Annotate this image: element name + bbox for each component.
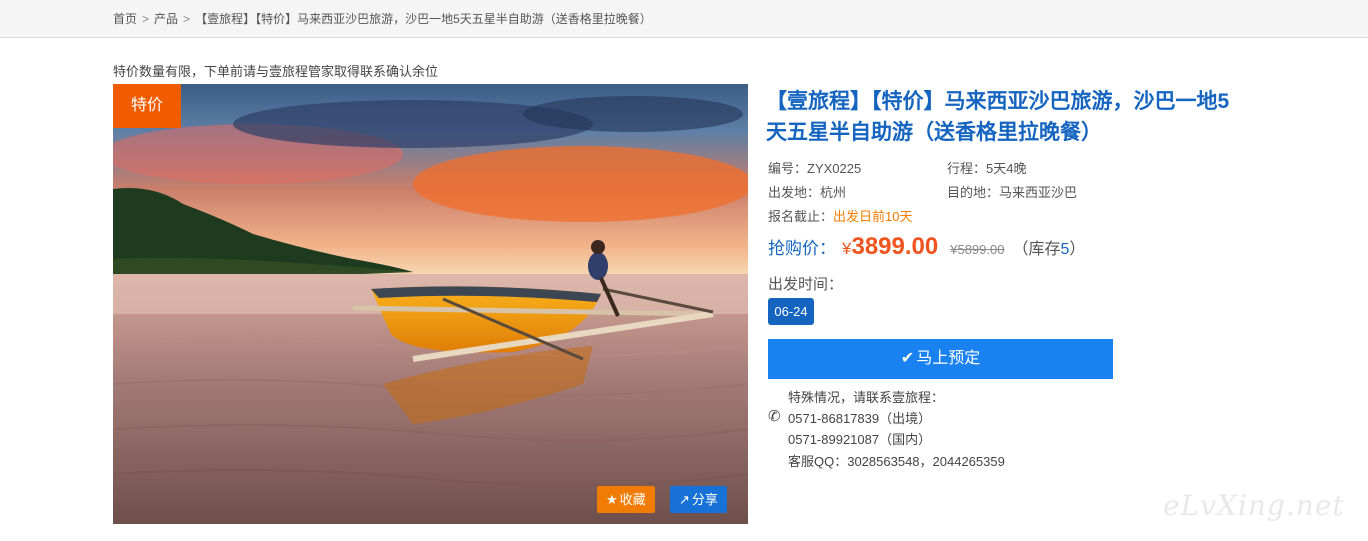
contact-phone-outbound: 0571-86817839（出境） [788, 411, 932, 426]
stock-suffix: ） [1069, 241, 1086, 258]
breadcrumb-separator: > [142, 12, 150, 26]
share-icon: ↗ [679, 492, 690, 507]
special-offer-tag: 特价 [113, 84, 181, 128]
product-code-value: ZYX0225 [807, 161, 862, 176]
favorite-button[interactable]: ★ 收藏 [597, 486, 655, 513]
product-code: 编号：ZYX0225 [768, 158, 861, 177]
product-origin: 出发地：杭州 [768, 182, 846, 201]
contact-phone-domestic: 0571-89921087（国内） [788, 432, 932, 447]
contact-qq: 客服QQ：3028563548，2044265359 [788, 454, 1005, 469]
stock-info: （库存5） [1012, 241, 1085, 258]
product-destination: 目的地：马来西亚沙巴 [947, 182, 1077, 201]
sunset-beach-image [113, 84, 748, 524]
product-deadline: 报名截止：出发日前10天 [768, 206, 912, 225]
product-destination-label: 目的地： [947, 185, 1000, 200]
price-original: ¥5899.00 [950, 242, 1005, 257]
breadcrumb-separator: > [183, 12, 191, 26]
check-icon: ✔ [900, 350, 915, 367]
book-now-button[interactable]: ✔ 马上预定 [768, 339, 1113, 379]
departure-date-option[interactable]: 06-24 [768, 298, 814, 325]
favorite-label: 收藏 [619, 492, 646, 507]
product-deadline-label: 报名截止： [768, 209, 834, 224]
product-title: 【壹旅程】【特价】马来西亚沙巴旅游，沙巴一地5天五星半自助游（送香格里拉晚餐） [766, 90, 1230, 144]
product-duration-label: 行程： [947, 161, 987, 176]
price-current: 3899.00 [851, 233, 939, 260]
product-duration: 行程：5天4晚 [947, 158, 1026, 177]
product-origin-value: 杭州 [820, 185, 847, 200]
price-row: 抢购价： ¥3899.00 ¥5899.00 （库存5） [768, 233, 1085, 261]
product-duration-value: 5天4晚 [986, 161, 1027, 176]
breadcrumb-bar: 首页 > 产品 > 【壹旅程】【特价】马来西亚沙巴旅游，沙巴一地5天五星半自助游（送香格… [0, 0, 1368, 38]
breadcrumb-products-link[interactable]: 产品 [154, 12, 178, 26]
availability-notice: 特价数量有限，下单前请与壹旅程管家取得联系确认余位 [113, 64, 439, 79]
product-origin-label: 出发地： [768, 185, 821, 200]
site-watermark: eLvXing.net [1163, 489, 1345, 522]
product-destination-value: 马来西亚沙巴 [999, 185, 1078, 200]
product-photo: 特价 ★ 收藏 ↗ 分享 [113, 84, 748, 524]
book-now-label: 马上预定 [916, 350, 981, 367]
product-code-label: 编号： [768, 161, 808, 176]
stock-prefix: （库存 [1012, 241, 1061, 258]
phone-icon: ✆ [768, 408, 781, 425]
share-button[interactable]: ↗ 分享 [670, 486, 727, 513]
departure-label: 出发时间： [768, 276, 844, 293]
share-label: 分享 [691, 492, 718, 507]
star-icon: ★ [606, 492, 618, 507]
breadcrumb: 首页 > 产品 > 【壹旅程】【特价】马来西亚沙巴旅游，沙巴一地5天五星半自助游（送香格… [113, 10, 652, 27]
contact-intro: 特殊情况，请联系壹旅程： [788, 390, 945, 405]
price-label: 抢购价： [768, 239, 836, 258]
breadcrumb-home-link[interactable]: 首页 [113, 12, 137, 26]
breadcrumb-current: 【壹旅程】【特价】马来西亚沙巴旅游，沙巴一地5天五星半自助游（送香格里拉晚餐） [195, 12, 652, 26]
product-deadline-value: 出发日前10天 [833, 209, 913, 224]
